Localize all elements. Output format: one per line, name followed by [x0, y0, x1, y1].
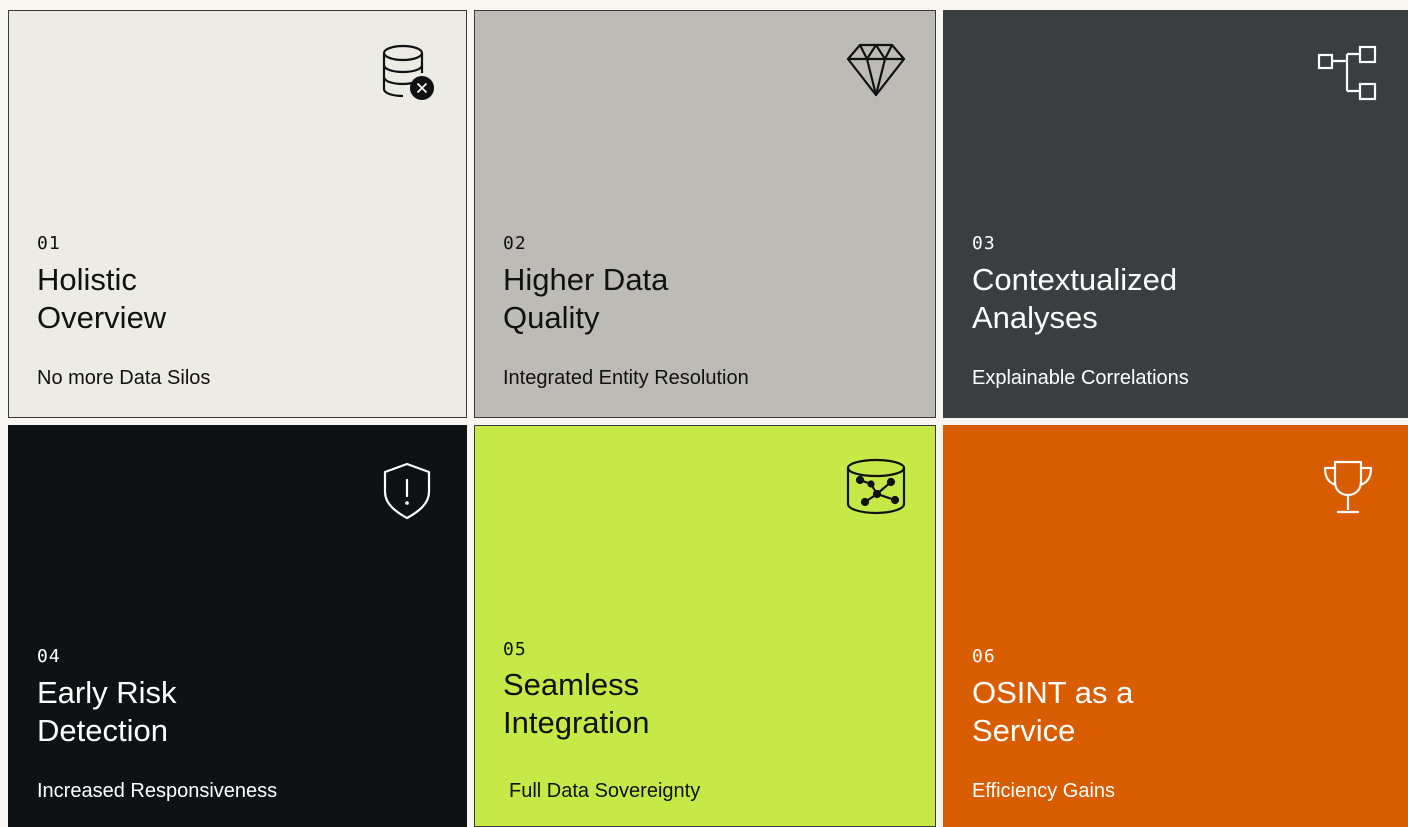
database-x-icon: [374, 39, 440, 105]
card-number: 01: [37, 233, 61, 254]
card-title-text: Holistic Overview: [37, 262, 167, 335]
card-title: Contextualized Analyses: [972, 261, 1272, 337]
trophy-icon: [1315, 454, 1381, 520]
card-title-text: Seamless Integration: [503, 667, 650, 740]
database-network-icon: [843, 454, 909, 520]
card-title-text: Contextualized Analyses: [972, 262, 1178, 335]
feature-card-early-risk-detection: 04 Early Risk Detection Increased Respon…: [8, 425, 467, 827]
card-number: 05: [503, 639, 527, 660]
card-number: 02: [503, 233, 527, 254]
feature-card-contextualized-analyses: 03 Contextualized Analyses Explainable C…: [943, 10, 1408, 418]
feature-card-higher-data-quality: 02 Higher Data Quality Integrated Entity…: [474, 10, 936, 418]
card-subtitle: Increased Responsiveness: [37, 780, 278, 802]
feature-card-holistic-overview: 01 Holistic Overview No more Data Silos: [8, 10, 467, 418]
card-title: Holistic Overview: [37, 261, 337, 337]
feature-card-osint-as-a-service: 06 OSINT as a Service Efficiency Gains: [943, 425, 1408, 827]
card-subtitle: Full Data Sovereignty: [509, 780, 701, 802]
card-title: Seamless Integration: [503, 666, 803, 742]
card-title-text: Early Risk Detection: [37, 675, 177, 748]
diamond-icon: [843, 39, 909, 105]
card-title-text: Higher Data Quality: [503, 262, 669, 335]
card-number: 06: [972, 646, 996, 667]
card-number: 03: [972, 233, 996, 254]
card-subtitle: Explainable Correlations: [972, 367, 1189, 389]
feature-card-seamless-integration: 05 Seamless Integration Full Data Sovere…: [474, 425, 936, 827]
card-title: OSINT as a Service: [972, 674, 1272, 750]
card-subtitle: No more Data Silos: [37, 367, 211, 389]
card-subtitle: Integrated Entity Resolution: [503, 367, 749, 389]
card-title: Higher Data Quality: [503, 261, 803, 337]
tree-structure-icon: [1315, 39, 1381, 105]
card-subtitle: Efficiency Gains: [972, 780, 1116, 802]
shield-alert-icon: [374, 454, 440, 520]
card-title: Early Risk Detection: [37, 674, 337, 750]
card-title-text: OSINT as a Service: [972, 675, 1134, 748]
card-number: 04: [37, 646, 61, 667]
